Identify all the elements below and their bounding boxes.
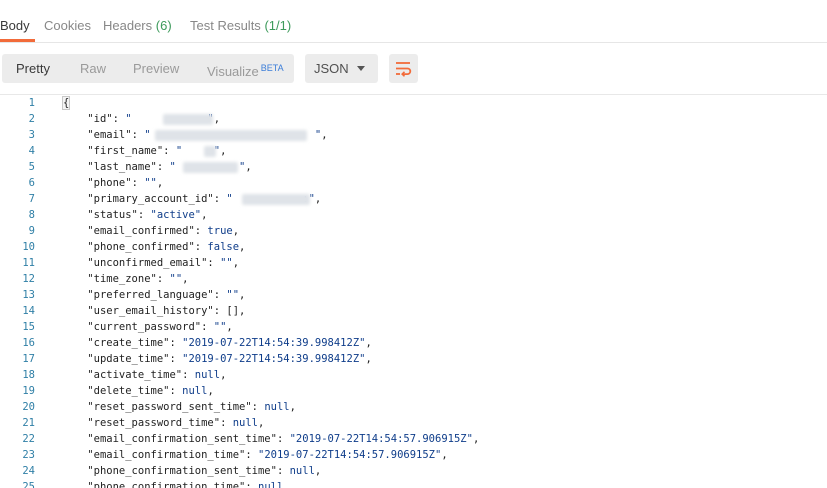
code-line: "update_time": "2019-07-22T14:54:39.9984… xyxy=(87,353,372,365)
visualize-button[interactable]: Visualize BETA xyxy=(207,54,284,83)
line-number: 14 xyxy=(22,305,35,317)
wrap-lines-button[interactable] xyxy=(389,54,418,83)
line-number: 16 xyxy=(22,337,35,349)
code-line: "reset_password_time": null, xyxy=(87,417,265,429)
line-number: 9 xyxy=(28,225,35,237)
visualize-label: Visualize xyxy=(207,64,259,79)
code-line: "create_time": "2019-07-22T14:54:39.9984… xyxy=(87,337,372,349)
tab-cookies-label: Cookies xyxy=(44,18,91,33)
line-number: 3 xyxy=(28,129,35,141)
tab-headers[interactable]: Headers (6) xyxy=(103,18,172,33)
view-mode-segmented-control: Pretty Raw Preview Visualize BETA xyxy=(2,54,294,83)
line-number: 24 xyxy=(22,465,35,477)
code-line: "status": "active", xyxy=(87,209,208,221)
line-number: 23 xyxy=(22,449,35,461)
code-line: "activate_time": null, xyxy=(87,369,227,381)
body-toolbar: Pretty Raw Preview Visualize BETA JSON xyxy=(0,43,827,95)
active-tab-indicator xyxy=(0,39,35,42)
line-number: 1 xyxy=(28,97,35,109)
line-number: 11 xyxy=(22,257,35,269)
code-line: "email_confirmed": true, xyxy=(87,225,240,237)
beta-badge: BETA xyxy=(260,63,284,73)
redacted-value xyxy=(242,194,310,205)
code-line: "phone_confirmation_time": null xyxy=(87,481,284,488)
line-number: 13 xyxy=(22,289,35,301)
redacted-value xyxy=(155,130,307,141)
pretty-button[interactable]: Pretty xyxy=(16,54,50,83)
tab-body-label: Body xyxy=(0,18,30,33)
wrap-lines-icon xyxy=(396,62,412,77)
tab-test-results[interactable]: Test Results (1/1) xyxy=(190,18,291,33)
raw-button[interactable]: Raw xyxy=(80,54,106,83)
chevron-down-icon xyxy=(357,66,365,71)
code-line: "phone": "", xyxy=(87,177,164,189)
code-line: "preferred_language": "", xyxy=(87,289,246,301)
redacted-value xyxy=(163,114,213,125)
code-line: "delete_time": null, xyxy=(87,385,214,397)
code-line: "email_confirmation_time": "2019-07-22T1… xyxy=(87,449,448,461)
response-tabs-bar: Body Cookies Headers (6) Test Results (1… xyxy=(0,0,827,43)
tab-test-results-count: (1/1) xyxy=(264,18,292,33)
tab-test-results-label: Test Results xyxy=(190,18,261,33)
line-number: 15 xyxy=(22,321,35,333)
line-number: 20 xyxy=(22,401,35,413)
line-number: 12 xyxy=(22,273,35,285)
line-number: 4 xyxy=(28,145,35,157)
tab-cookies[interactable]: Cookies xyxy=(44,18,91,33)
code-line: "unconfirmed_email": "", xyxy=(87,257,240,269)
line-number: 17 xyxy=(22,353,35,365)
tab-headers-label: Headers xyxy=(103,18,153,33)
code-line: "first_name": " ", xyxy=(87,145,227,157)
line-number: 22 xyxy=(22,433,35,445)
tab-body[interactable]: Body xyxy=(0,18,30,33)
redacted-value xyxy=(183,162,238,173)
line-number: 25 xyxy=(22,481,35,488)
line-number: 19 xyxy=(22,385,35,397)
line-number: 5 xyxy=(28,161,35,173)
code-line: "phone_confirmed": false, xyxy=(87,241,246,253)
preview-button[interactable]: Preview xyxy=(133,54,179,83)
response-body-editor[interactable]: 1{2 "id": " ",3 "email": " ",4 "first_na… xyxy=(0,95,827,488)
format-dropdown[interactable]: JSON xyxy=(305,54,378,83)
tab-headers-count: (6) xyxy=(155,18,172,33)
line-number: 18 xyxy=(22,369,35,381)
code-line: { xyxy=(62,96,71,110)
code-line: "phone_confirmation_sent_time": null, xyxy=(87,465,322,477)
line-number: 2 xyxy=(28,113,35,125)
code-line: "current_password": "", xyxy=(87,321,233,333)
line-number: 7 xyxy=(28,193,35,205)
line-number: 6 xyxy=(28,177,35,189)
line-number: 10 xyxy=(22,241,35,253)
redacted-value xyxy=(204,146,216,157)
format-dropdown-value: JSON xyxy=(314,61,349,76)
line-number: 8 xyxy=(28,209,35,221)
code-line: "user_email_history": [], xyxy=(87,305,246,317)
code-line: "email_confirmation_sent_time": "2019-07… xyxy=(87,433,480,445)
code-line: "reset_password_sent_time": null, xyxy=(87,401,296,413)
code-line: "time_zone": "", xyxy=(87,273,189,285)
line-number: 21 xyxy=(22,417,35,429)
